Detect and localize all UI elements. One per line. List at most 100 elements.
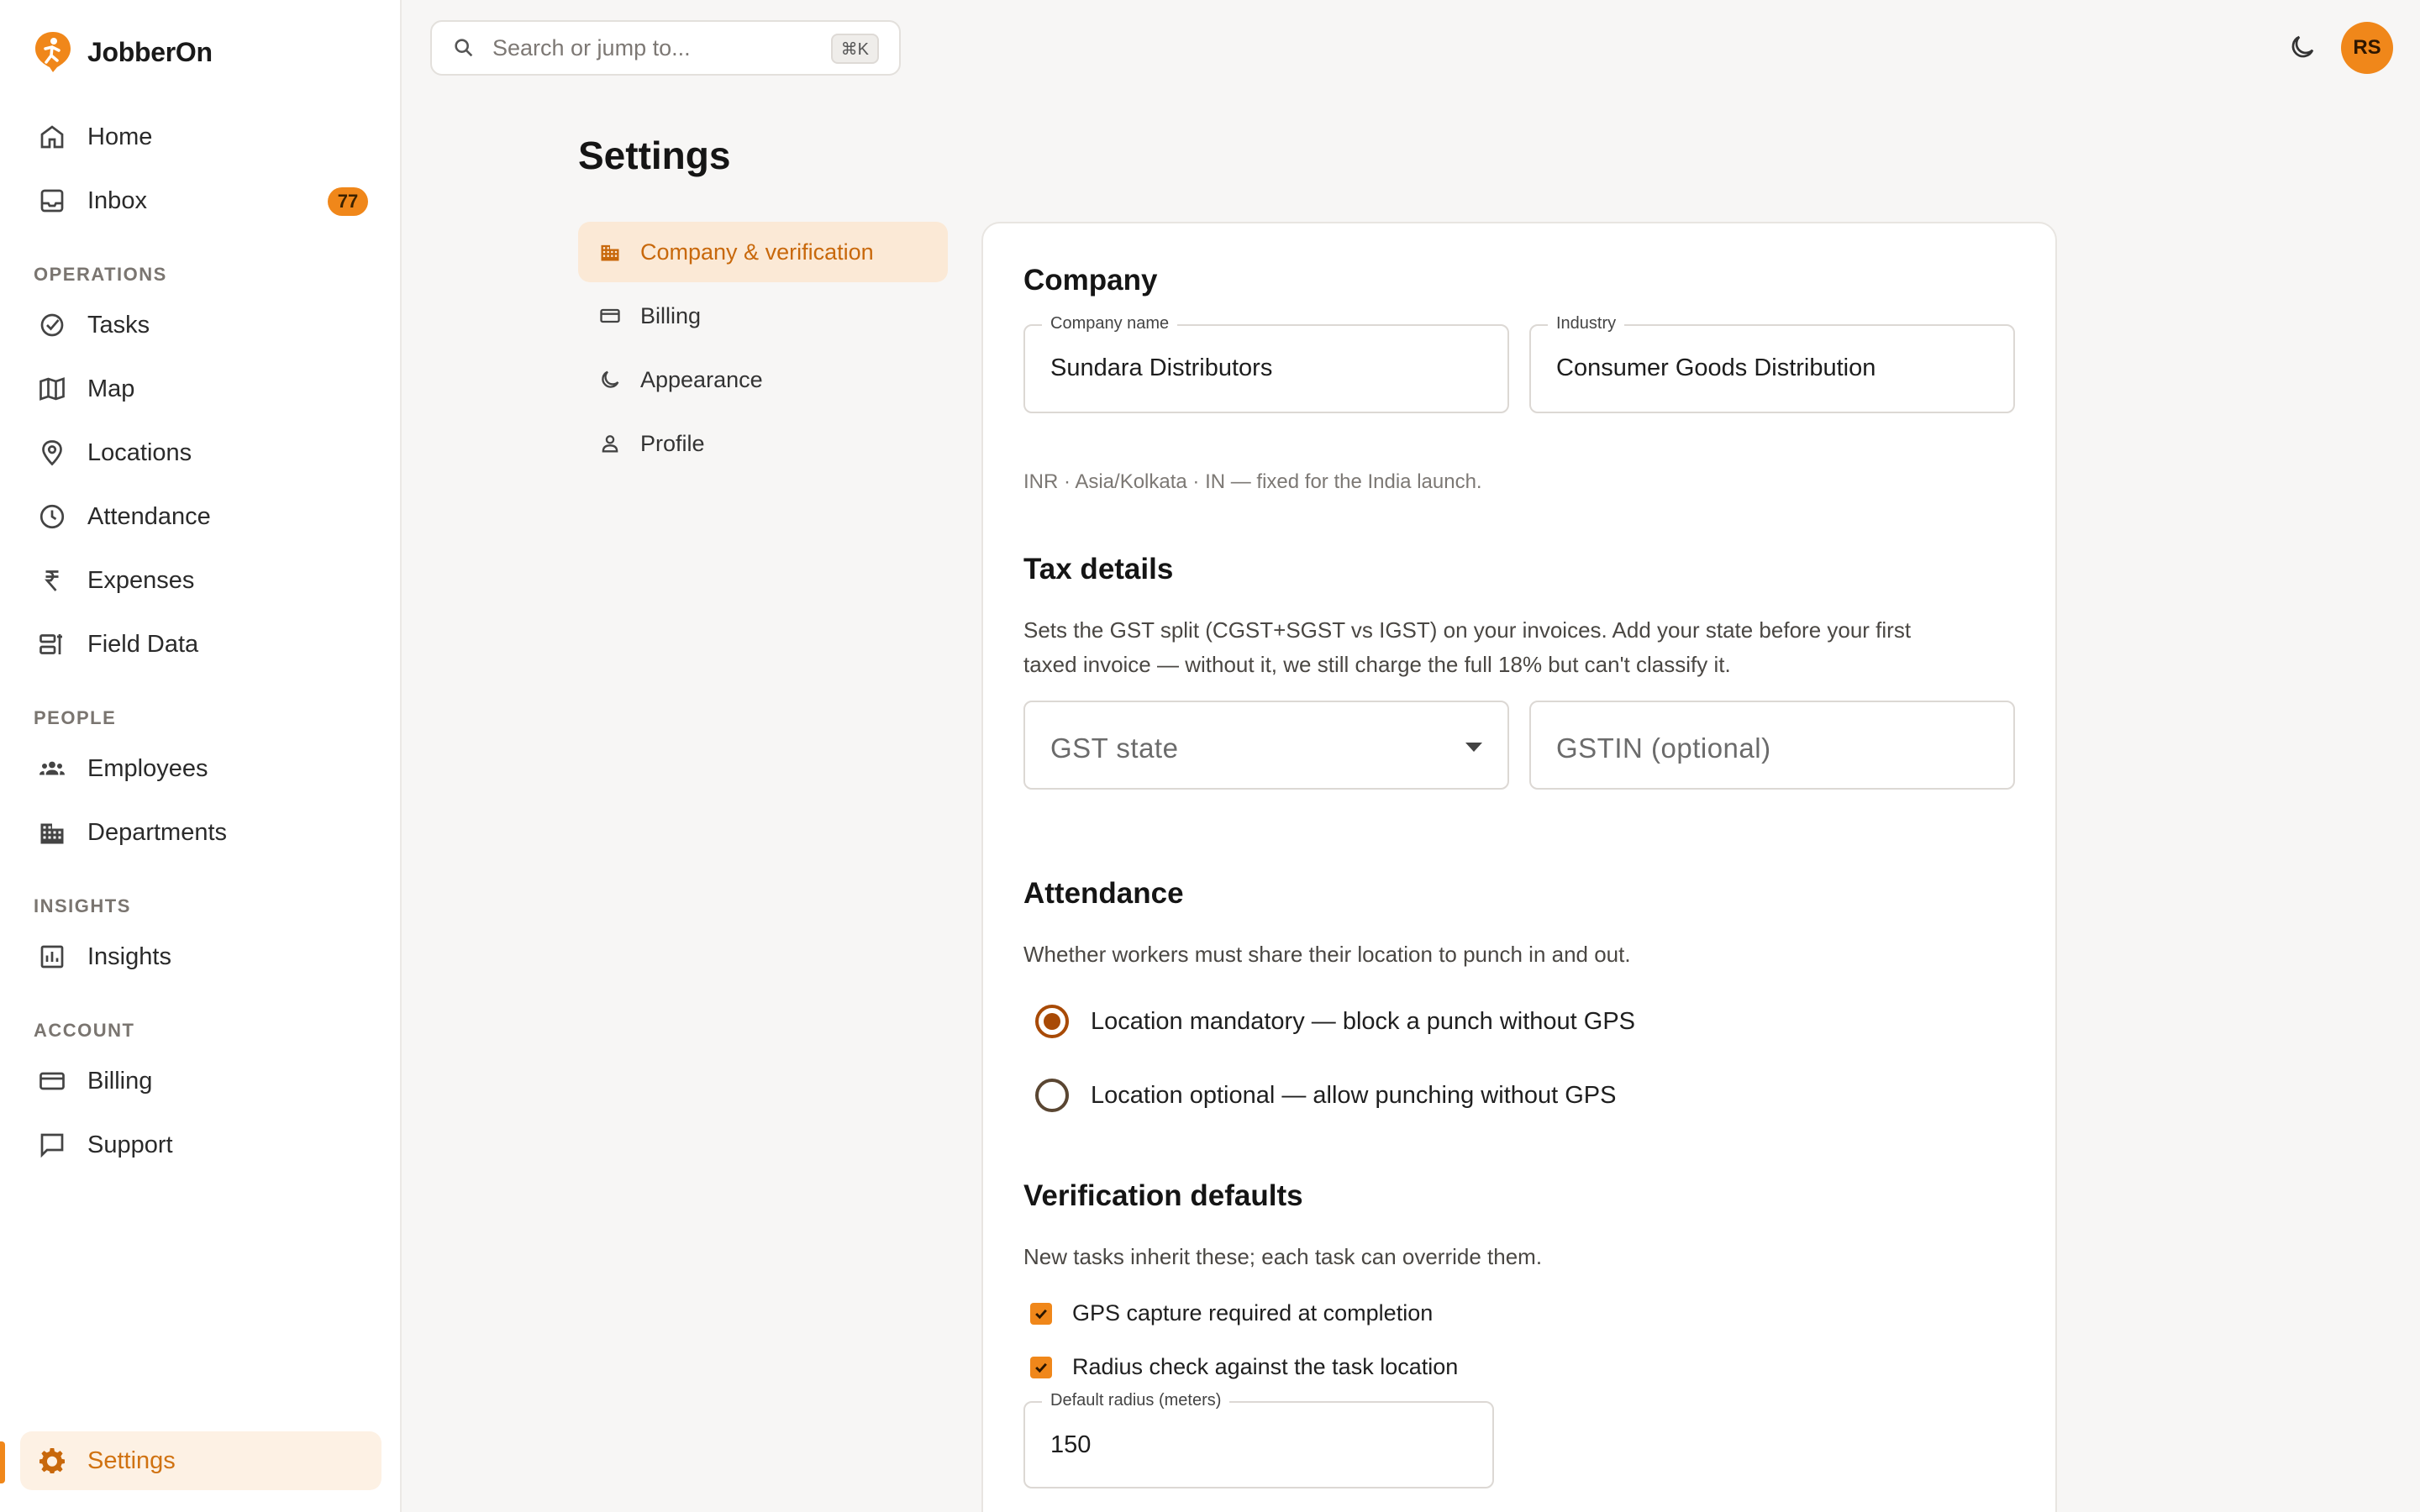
verification-description: New tasks inherit these; each task can o… <box>1023 1244 1543 1269</box>
brand[interactable]: JobberOn <box>34 30 213 74</box>
settings-tab-label: Profile <box>640 430 705 456</box>
field-value: 150 <box>1050 1431 1092 1458</box>
sidebar-item-label: Inbox <box>87 186 147 214</box>
default-radius-input[interactable]: Default radius (meters) 150 <box>1023 1391 1494 1488</box>
settings-tab-label: Appearance <box>640 366 763 392</box>
sidebar-item-expenses[interactable]: Expenses <box>20 551 381 610</box>
settings-tab-billing[interactable]: Billing <box>578 286 948 346</box>
sidebar-item-field-data[interactable]: Field Data <box>20 615 381 674</box>
location-pin-icon <box>35 436 69 470</box>
sidebar-item-map[interactable]: Map <box>20 360 381 418</box>
radio-label: Location optional — allow punching witho… <box>1091 1081 1617 1109</box>
tax-heading: Tax details <box>1023 553 1174 585</box>
gstin-input[interactable]: GSTIN (optional) <box>1529 701 2015 790</box>
sidebar-item-label: Tasks <box>87 311 150 339</box>
avatar[interactable]: RS <box>2341 22 2393 74</box>
sidebar: JobberOn Home Inbox 77 OPERATIONS Tasks … <box>0 0 402 1512</box>
settings-tab-profile[interactable]: Profile <box>578 413 948 474</box>
gear-icon <box>35 1444 69 1478</box>
sidebar-item-departments[interactable]: Departments <box>20 803 381 862</box>
checkmark-icon <box>1035 1309 1047 1319</box>
verification-heading: Verification defaults <box>1023 1179 1303 1212</box>
attendance-description: Whether workers must share their locatio… <box>1023 942 1631 967</box>
inbox-count-badge: 77 <box>328 187 368 216</box>
field-label: Default radius (meters) <box>1042 1391 1230 1410</box>
moon-icon <box>2291 35 2314 58</box>
field-value: Consumer Goods Distribution <box>1556 354 1876 381</box>
industry-field[interactable]: Industry Consumer Goods Distribution <box>1529 314 2015 413</box>
checkbox-checked[interactable] <box>1030 1302 1052 1325</box>
search-icon <box>455 39 473 57</box>
sidebar-item-label: Map <box>87 375 135 402</box>
radio-indicator[interactable] <box>1035 1079 1069 1112</box>
section-insights: INSIGHTS <box>34 895 131 916</box>
field-label: Company name <box>1042 314 1178 333</box>
checkbox-label: GPS capture required at completion <box>1072 1300 1434 1326</box>
sidebar-item-label: Departments <box>87 818 228 846</box>
radio-dot <box>1044 1013 1060 1030</box>
page-title: Settings <box>578 134 731 177</box>
tax-description-line: Sets the GST split (CGST+SGST vs IGST) o… <box>1023 617 1912 643</box>
checkbox-label: Radius check against the task location <box>1072 1354 1459 1379</box>
sidebar-item-label: Attendance <box>87 502 211 530</box>
input-placeholder: GSTIN (optional) <box>1556 732 1771 764</box>
company-name-field[interactable]: Company name Sundara Distributors <box>1023 314 1509 413</box>
checkbox-checked[interactable] <box>1030 1356 1052 1378</box>
field-label: Industry <box>1548 314 1625 333</box>
checkbox-gps-required[interactable]: GPS capture required at completion <box>1030 1300 1433 1326</box>
sidebar-item-insights[interactable]: Insights <box>20 927 381 986</box>
sidebar-item-employees[interactable]: Employees <box>20 739 381 798</box>
settings-tab-appearance[interactable]: Appearance <box>578 349 948 410</box>
sidebar-item-label: Billing <box>87 1067 153 1095</box>
radio-location-mandatory[interactable]: Location mandatory — block a punch witho… <box>1035 1005 1635 1038</box>
settings-tab-label: Company & verification <box>640 239 874 265</box>
sidebar-item-label: Field Data <box>87 630 199 658</box>
locale-note: INR · Asia/Kolkata · IN — fixed for the … <box>1023 470 1482 493</box>
company-heading: Company <box>1023 264 1158 297</box>
section-account: ACCOUNT <box>34 1020 135 1041</box>
sidebar-item-tasks[interactable]: Tasks <box>20 296 381 354</box>
sidebar-item-home[interactable]: Home <box>20 108 381 166</box>
clock-icon <box>35 500 69 533</box>
logo-icon <box>35 32 71 72</box>
sidebar-item-label: Insights <box>87 942 171 970</box>
checkmark-icon <box>1035 1362 1047 1373</box>
map-icon <box>35 372 69 406</box>
sidebar-item-label: Support <box>87 1131 173 1158</box>
sidebar-item-billing[interactable]: Billing <box>20 1052 381 1110</box>
radio-location-optional[interactable]: Location optional — allow punching witho… <box>1035 1079 1617 1112</box>
section-people: PEOPLE <box>34 707 117 728</box>
app-name: JobberOn <box>87 36 213 67</box>
tax-description: Sets the GST split (CGST+SGST vs IGST) o… <box>1023 613 1911 682</box>
checkbox-radius-check[interactable]: Radius check against the task location <box>1030 1354 1458 1380</box>
active-indicator <box>0 1441 5 1483</box>
credit-card-icon <box>600 308 620 323</box>
check-circle-icon <box>35 308 69 342</box>
sidebar-item-support[interactable]: Support <box>20 1116 381 1174</box>
moon-icon <box>602 370 619 388</box>
sidebar-item-inbox[interactable]: Inbox 77 <box>20 171 381 230</box>
shortcut-hint: ⌘K <box>830 34 879 64</box>
search-placeholder: Search or jump to... <box>492 34 691 60</box>
sidebar-item-settings[interactable]: Settings <box>20 1431 381 1490</box>
sidebar-item-label: Employees <box>87 754 208 782</box>
rupee-icon <box>35 564 69 597</box>
sidebar-item-attendance[interactable]: Attendance <box>20 487 381 546</box>
field-data-icon <box>35 627 69 661</box>
chat-bubble-icon <box>35 1128 69 1162</box>
search-bar[interactable]: Search or jump to... ⌘K <box>430 20 901 76</box>
building-icon <box>601 244 619 261</box>
people-icon <box>35 752 69 785</box>
theme-toggle-button[interactable] <box>2284 29 2321 66</box>
settings-tab-label: Billing <box>640 302 702 328</box>
attendance-heading: Attendance <box>1023 877 1184 910</box>
sidebar-item-locations[interactable]: Locations <box>20 423 381 482</box>
field-value: Sundara Distributors <box>1050 354 1273 381</box>
select-placeholder: GST state <box>1050 732 1179 764</box>
settings-tab-company[interactable]: Company & verification <box>578 222 948 282</box>
radio-indicator[interactable] <box>1035 1005 1069 1038</box>
inbox-icon <box>35 184 69 218</box>
section-operations: OPERATIONS <box>34 264 167 285</box>
gst-state-select[interactable]: GST state <box>1023 701 1509 790</box>
building-icon <box>35 816 69 849</box>
